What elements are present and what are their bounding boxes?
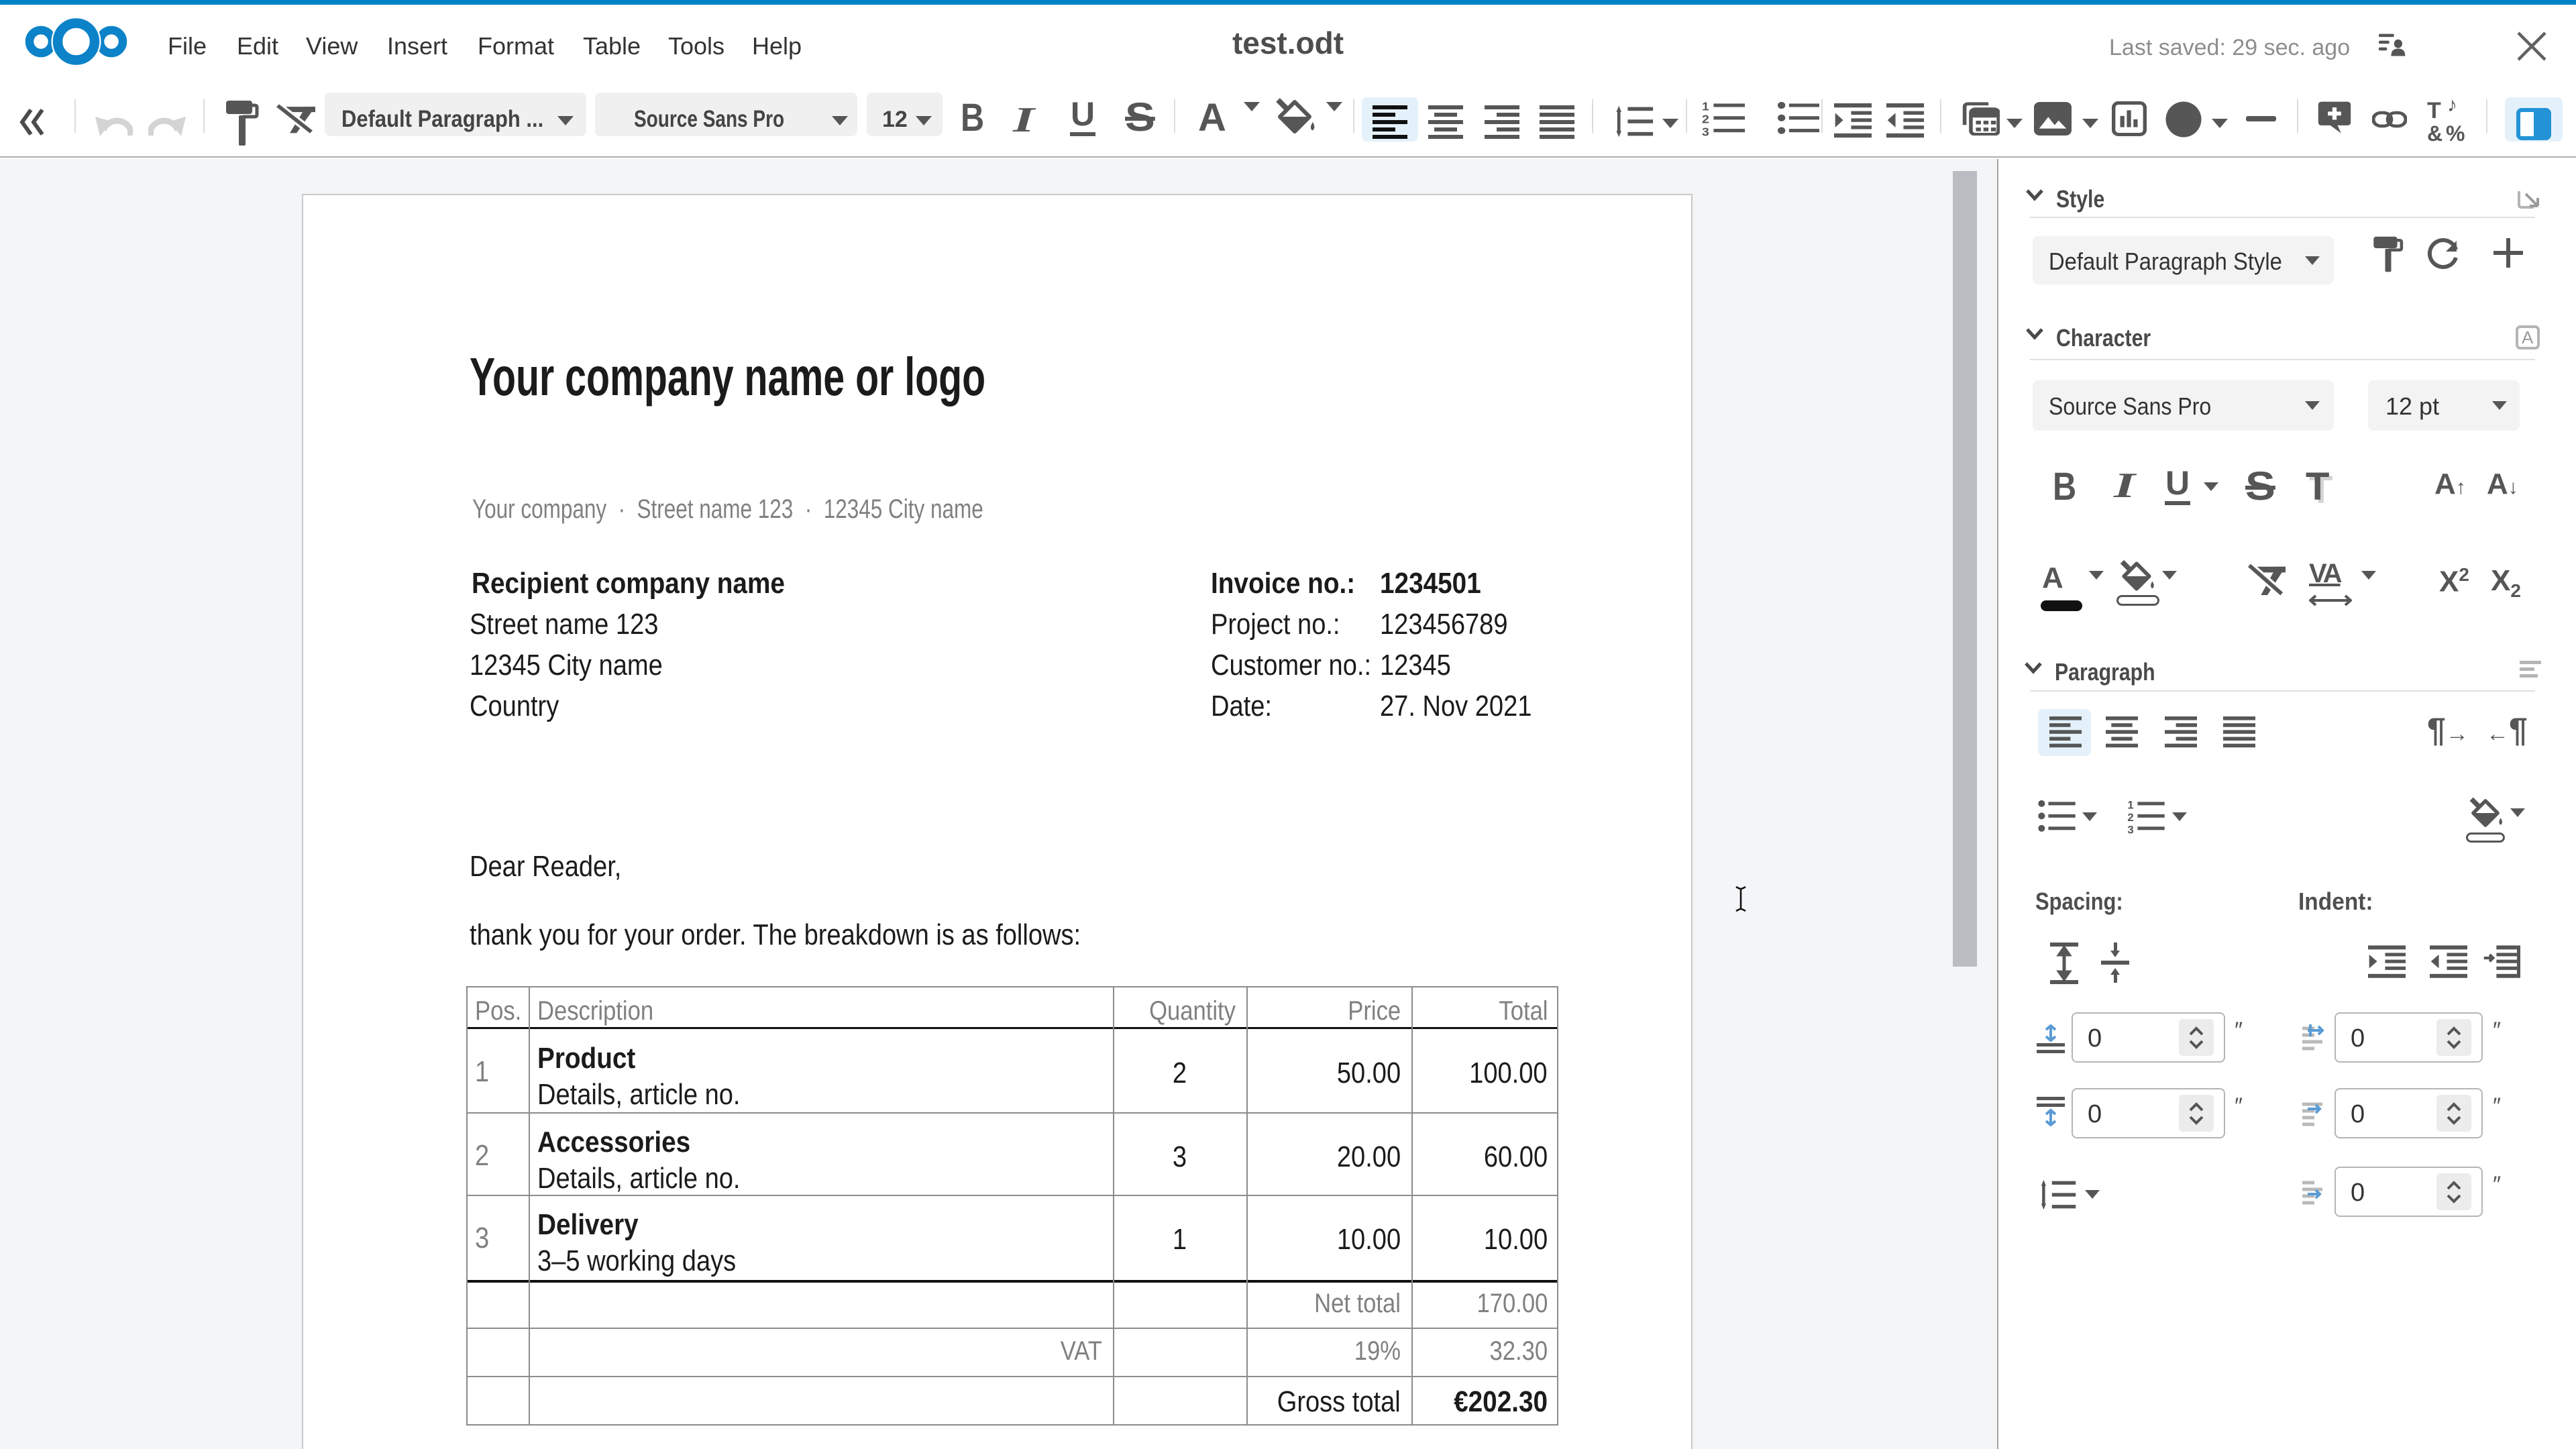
svg-text:3: 3 xyxy=(2127,823,2133,835)
svg-text:2: 2 xyxy=(2127,811,2133,824)
svg-text:1: 1 xyxy=(1702,101,1709,113)
svg-text:3: 3 xyxy=(1702,125,1709,137)
svg-text:A: A xyxy=(2522,327,2534,347)
svg-text:1: 1 xyxy=(2127,800,2133,811)
svg-text:2: 2 xyxy=(1702,113,1709,126)
